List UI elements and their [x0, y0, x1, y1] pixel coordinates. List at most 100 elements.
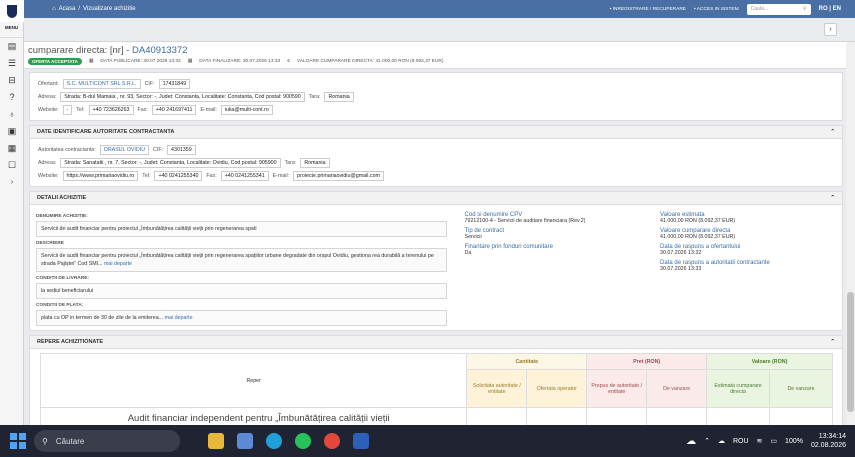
- authority-name[interactable]: ORASUL OVIDIU: [99, 144, 150, 155]
- email-label: E-mail:: [200, 106, 217, 113]
- details-panel: DETALII ACHIZITIE ⌃ DENUMIRE ACHIZITIE: …: [29, 191, 843, 331]
- book-icon[interactable]: ⊟: [0, 72, 24, 89]
- document-icon[interactable]: ▤: [0, 38, 24, 55]
- website-label: Website:: [38, 106, 59, 113]
- panel-header[interactable]: DATE IDENTIFICARE AUTORITATE CONTRACTANT…: [30, 126, 842, 139]
- chat-icon[interactable]: ☐: [0, 157, 24, 174]
- table-cell: [526, 407, 588, 425]
- country-label: Tara:: [308, 93, 321, 100]
- panel-header[interactable]: REPERE ACHIZITIONATE ⌃: [30, 336, 842, 349]
- contract-type-value: Servicii: [464, 234, 482, 240]
- more-link[interactable]: mai departe: [104, 261, 132, 267]
- table-cell: [706, 407, 771, 425]
- column-header: De vanzare: [769, 369, 833, 408]
- contact-card-icon[interactable]: ▣: [0, 123, 24, 140]
- payment-label: CONDITII DE PLATA:: [36, 303, 84, 308]
- calendar-icon: ▦: [187, 59, 193, 64]
- breadcrumb-separator: /: [78, 6, 80, 12]
- more-link[interactable]: mai departe: [165, 315, 193, 321]
- chevron-up-icon[interactable]: ⌃: [704, 437, 710, 445]
- column-header: De vanzare: [646, 369, 708, 408]
- eu-funds-value: Da: [464, 250, 472, 256]
- menu-button[interactable]: MENU: [0, 22, 23, 38]
- scrollbar-thumb[interactable]: [847, 292, 854, 412]
- email-label: E-mail:: [272, 172, 290, 179]
- help-icon[interactable]: ?: [0, 89, 24, 106]
- publish-date: DATA PUBLICARE: 30.07.2026 13:32: [100, 59, 181, 64]
- page-title: cumparare directa: [nr] - DA40913372: [28, 45, 841, 56]
- items-heading: REPERE ACHIZITIONATE: [37, 339, 104, 345]
- top-navbar: ⌂ Acasa / Vizualizare achizitie ▪ INREGI…: [24, 0, 855, 18]
- login-link[interactable]: ▪ ACCES IN SISTEM: [694, 7, 739, 12]
- file-explorer-icon[interactable]: [208, 433, 224, 449]
- clock[interactable]: 13:34:14 02.08.2026: [811, 432, 846, 450]
- vertical-scrollbar[interactable]: [846, 42, 855, 425]
- sub-toolbar: ›: [24, 18, 855, 42]
- panel-header[interactable]: DETALII ACHIZITIE ⌃: [30, 192, 842, 205]
- tel-value: +40 0241255340: [154, 170, 203, 181]
- chrome-icon[interactable]: [324, 433, 340, 449]
- taskbar-search[interactable]: ⚲ Căutare: [34, 430, 180, 452]
- authority-label: Autoritatea contractanta:: [38, 146, 96, 153]
- home-icon[interactable]: ⌂: [52, 6, 56, 12]
- breadcrumb: ⌂ Acasa / Vizualizare achizitie: [52, 6, 136, 12]
- search-placeholder: Cauta...: [750, 6, 769, 12]
- collapse-button[interactable]: ›: [824, 23, 837, 36]
- register-link[interactable]: ▪ INREGISTRARE / RECUPERARE: [610, 7, 686, 12]
- authority-heading: DATE IDENTIFICARE AUTORITATE CONTRACTANT…: [37, 129, 175, 135]
- country-value: Romania: [300, 157, 330, 168]
- word-icon[interactable]: [353, 433, 369, 449]
- collapse-icon[interactable]: ⌃: [830, 339, 835, 345]
- rocket-icon[interactable]: ♁: [0, 106, 24, 123]
- column-header: Ofertata operator: [526, 369, 588, 408]
- table-cell: [646, 407, 708, 425]
- left-sidebar: MENU ▤ ☰ ⊟ ? ♁ ▣ ▦ ☐ ›: [0, 0, 24, 425]
- battery-percent: 100%: [785, 437, 803, 445]
- tel-label: Tel:: [76, 106, 85, 113]
- language-switch[interactable]: RO | EN: [819, 6, 841, 12]
- column-header: Propus de autoritate / entitate: [586, 369, 648, 408]
- procurement-name: Servicii de audit financiar pentru proie…: [36, 221, 447, 237]
- ofertant-name[interactable]: S.C. MULTICONT SRL S.R.L.: [62, 78, 141, 89]
- search-icon[interactable]: ⚲: [803, 6, 807, 12]
- description-label: DESCRIERE: [36, 241, 64, 246]
- estimated-value: 41.000,00 RON (8.092,37 EUR): [660, 218, 736, 224]
- weather-icon[interactable]: ☁: [686, 436, 696, 447]
- battery-icon[interactable]: ▭: [770, 437, 777, 445]
- language-indicator[interactable]: ROU: [733, 438, 749, 445]
- whatsapp-icon[interactable]: [295, 433, 311, 449]
- name-label: DENUMIRE ACHIZITIE:: [36, 214, 88, 219]
- column-header: Estimata cumparare directa: [706, 369, 771, 408]
- address-label: Adresa:: [38, 159, 57, 166]
- authority-panel: DATE IDENTIFICARE AUTORITATE CONTRACTANT…: [29, 125, 843, 187]
- search-input[interactable]: Cauta... ⚲: [746, 3, 811, 15]
- procurement-code[interactable]: DA40913372: [132, 45, 187, 56]
- tel-label: Tel:: [142, 172, 151, 179]
- store-icon[interactable]: [237, 433, 253, 449]
- payment-text: plata cu OP in termen de 30 de zile de l…: [41, 315, 164, 321]
- windows-start-icon[interactable]: [10, 433, 26, 449]
- list-icon[interactable]: ☰: [0, 55, 24, 72]
- windows-taskbar: ⚲ Căutare ☁ ⌃ ☁ ROU ≋ ▭ 100% 13:34:14 02…: [0, 425, 855, 457]
- fax-label: Fax:: [206, 172, 217, 179]
- ofertant-label: Ofertant:: [38, 80, 59, 87]
- final-date: DATA FINALIZARE: 30.07.2026 13:33: [199, 59, 281, 64]
- collapse-icon[interactable]: ⌃: [830, 195, 835, 201]
- logo[interactable]: [0, 0, 24, 22]
- email-value: iulia@multi-cont.ro: [220, 104, 273, 115]
- edge-browser-icon[interactable]: [266, 433, 282, 449]
- status-badge: OFERTA ACCEPTATA: [28, 58, 82, 65]
- cif-value: 17431849: [158, 78, 191, 89]
- website-label: Website:: [38, 172, 59, 179]
- collapse-icon[interactable]: ⌃: [830, 129, 835, 135]
- expand-icon[interactable]: ›: [0, 174, 24, 191]
- column-header: Reper: [39, 353, 468, 408]
- page-header: cumparare directa: [nr] - DA40913372 OFE…: [24, 42, 846, 69]
- wifi-icon[interactable]: ≋: [757, 437, 763, 445]
- dashboard-icon[interactable]: ▦: [0, 140, 24, 157]
- cif-label: CIF:: [144, 80, 155, 87]
- address-value: Strada: B-dul Mamaia , nr. 93, Sector: -…: [60, 91, 305, 102]
- cloud-icon[interactable]: ☁: [718, 437, 725, 445]
- breadcrumb-home[interactable]: Acasa: [59, 6, 76, 12]
- website-value[interactable]: https://www.primariaovidiu.ro: [62, 170, 139, 181]
